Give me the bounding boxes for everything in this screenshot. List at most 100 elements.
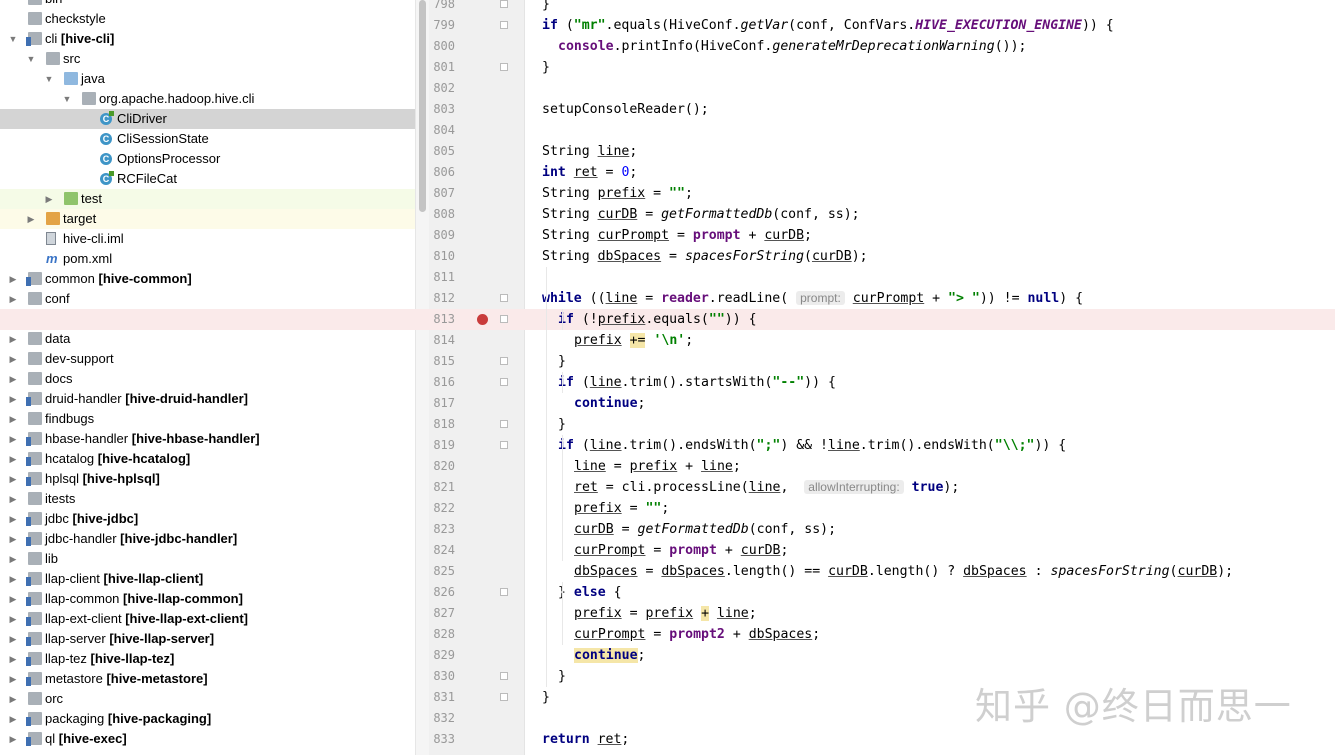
code-token: line bbox=[597, 144, 630, 159]
code-line[interactable]: 825 dbSpaces = dbSpaces.length() == curDB… bbox=[0, 561, 1335, 582]
code-line[interactable]: 813 if (!prefix.equals("")) { bbox=[0, 309, 1335, 330]
line-number[interactable]: 825 bbox=[429, 561, 455, 582]
line-number[interactable]: 829 bbox=[429, 645, 455, 666]
line-number[interactable]: 818 bbox=[429, 414, 455, 435]
code-line[interactable]: 810 String dbSpaces = spacesForString(cur… bbox=[0, 246, 1335, 267]
fold-marker-icon[interactable] bbox=[500, 21, 508, 29]
code-line[interactable]: 808 String curDB = getFormattedDb(conf, s… bbox=[0, 204, 1335, 225]
code-line[interactable]: 816 if (line.trim().startsWith("--")) { bbox=[0, 372, 1335, 393]
code-token: curPrompt bbox=[597, 228, 670, 243]
line-number[interactable]: 801 bbox=[429, 57, 455, 78]
line-number[interactable]: 819 bbox=[429, 435, 455, 456]
fold-marker-icon[interactable] bbox=[500, 63, 508, 71]
code-token: )) { bbox=[804, 375, 836, 390]
code-line[interactable]: 812 while ((line = reader.readLine( promp… bbox=[0, 288, 1335, 309]
code-line[interactable]: 827 prefix = prefix + line; bbox=[0, 603, 1335, 624]
line-number[interactable]: 803 bbox=[429, 99, 455, 120]
fold-marker-icon[interactable] bbox=[500, 672, 508, 680]
code-text: } bbox=[558, 666, 566, 687]
code-text: curDB = getFormattedDb(conf, ss); bbox=[574, 519, 836, 540]
line-number[interactable]: 800 bbox=[429, 36, 455, 57]
line-number[interactable]: 812 bbox=[429, 288, 455, 309]
code-line[interactable]: 801} bbox=[0, 57, 1335, 78]
code-token: ()); bbox=[994, 39, 1027, 54]
fold-marker-icon[interactable] bbox=[500, 357, 508, 365]
code-line[interactable]: 818} bbox=[0, 414, 1335, 435]
line-number[interactable]: 823 bbox=[429, 519, 455, 540]
line-number[interactable]: 813 bbox=[429, 309, 455, 330]
line-number[interactable]: 831 bbox=[429, 687, 455, 708]
code-line[interactable]: 815} bbox=[0, 351, 1335, 372]
code-line[interactable]: 824 curPrompt = prompt + curDB; bbox=[0, 540, 1335, 561]
fold-marker-icon[interactable] bbox=[500, 378, 508, 386]
code-line[interactable]: 807 String prefix = ""; bbox=[0, 183, 1335, 204]
fold-marker-icon[interactable] bbox=[500, 441, 508, 449]
code-line[interactable]: 828 curPrompt = prompt2 + dbSpaces; bbox=[0, 624, 1335, 645]
breakpoint-icon[interactable] bbox=[477, 314, 488, 325]
fold-marker-icon[interactable] bbox=[500, 315, 508, 323]
code-line[interactable]: 820 line = prefix + line; bbox=[0, 456, 1335, 477]
line-number[interactable]: 828 bbox=[429, 624, 455, 645]
fold-marker-icon[interactable] bbox=[500, 693, 508, 701]
code-token: .readLine( bbox=[708, 291, 797, 306]
fold-marker-icon[interactable] bbox=[500, 0, 508, 8]
code-line[interactable]: 805 String line; bbox=[0, 141, 1335, 162]
code-line[interactable]: 800 console.printInfo(HiveConf.generateMr… bbox=[0, 36, 1335, 57]
code-token: = bbox=[645, 186, 670, 201]
line-number[interactable]: 817 bbox=[429, 393, 455, 414]
indent-guide bbox=[562, 435, 563, 561]
code-line[interactable]: 829 continue; bbox=[0, 645, 1335, 666]
line-number[interactable]: 824 bbox=[429, 540, 455, 561]
line-number[interactable]: 804 bbox=[429, 120, 455, 141]
code-line[interactable]: 809 String curPrompt = prompt + curDB; bbox=[0, 225, 1335, 246]
code-token: )) { bbox=[1081, 18, 1114, 33]
line-number[interactable]: 815 bbox=[429, 351, 455, 372]
code-line[interactable]: 826} else { bbox=[0, 582, 1335, 603]
code-token: "" bbox=[708, 312, 725, 327]
code-line[interactable]: 817 continue; bbox=[0, 393, 1335, 414]
fold-marker-icon[interactable] bbox=[500, 420, 508, 428]
code-line[interactable]: 803 setupConsoleReader(); bbox=[0, 99, 1335, 120]
code-token: line bbox=[589, 438, 622, 453]
code-line[interactable]: 798} bbox=[0, 0, 1335, 15]
line-number[interactable]: 809 bbox=[429, 225, 455, 246]
line-number[interactable]: 806 bbox=[429, 162, 455, 183]
code-token: curDB bbox=[1177, 564, 1218, 579]
code-line[interactable]: 806 int ret = 0; bbox=[0, 162, 1335, 183]
code-line[interactable]: 804 bbox=[0, 120, 1335, 141]
line-number[interactable]: 826 bbox=[429, 582, 455, 603]
line-number[interactable]: 799 bbox=[429, 15, 455, 36]
line-number[interactable]: 827 bbox=[429, 603, 455, 624]
line-number[interactable]: 798 bbox=[429, 0, 455, 15]
fold-marker-icon[interactable] bbox=[500, 294, 508, 302]
line-number[interactable]: 808 bbox=[429, 204, 455, 225]
code-line[interactable]: 822 prefix = ""; bbox=[0, 498, 1335, 519]
line-number[interactable]: 830 bbox=[429, 666, 455, 687]
code-token: } bbox=[558, 669, 566, 684]
code-line[interactable]: 821 ret = cli.processLine(line, allowInte… bbox=[0, 477, 1335, 498]
code-line[interactable]: 802 bbox=[0, 78, 1335, 99]
code-line[interactable]: 833 return ret; bbox=[0, 729, 1335, 750]
line-number[interactable]: 805 bbox=[429, 141, 455, 162]
line-number[interactable]: 814 bbox=[429, 330, 455, 351]
code-line[interactable]: 811 bbox=[0, 267, 1335, 288]
code-token: int bbox=[542, 165, 566, 180]
code-line[interactable]: 819 if (line.trim().endsWith(";") && !lin… bbox=[0, 435, 1335, 456]
line-number[interactable]: 802 bbox=[429, 78, 455, 99]
line-number[interactable]: 807 bbox=[429, 183, 455, 204]
fold-marker-icon[interactable] bbox=[500, 588, 508, 596]
code-line[interactable]: 823 curDB = getFormattedDb(conf, ss); bbox=[0, 519, 1335, 540]
line-number[interactable]: 811 bbox=[429, 267, 455, 288]
line-number[interactable]: 816 bbox=[429, 372, 455, 393]
line-number[interactable]: 822 bbox=[429, 498, 455, 519]
code-line[interactable]: 814 prefix += '\n'; bbox=[0, 330, 1335, 351]
line-number[interactable]: 821 bbox=[429, 477, 455, 498]
code-token: if bbox=[542, 18, 558, 33]
line-number[interactable]: 810 bbox=[429, 246, 455, 267]
line-number[interactable]: 832 bbox=[429, 708, 455, 729]
line-number[interactable]: 833 bbox=[429, 729, 455, 750]
line-number[interactable]: 820 bbox=[429, 456, 455, 477]
code-line[interactable]: 799 if ("mr".equals(HiveConf.getVar(conf,… bbox=[0, 15, 1335, 36]
